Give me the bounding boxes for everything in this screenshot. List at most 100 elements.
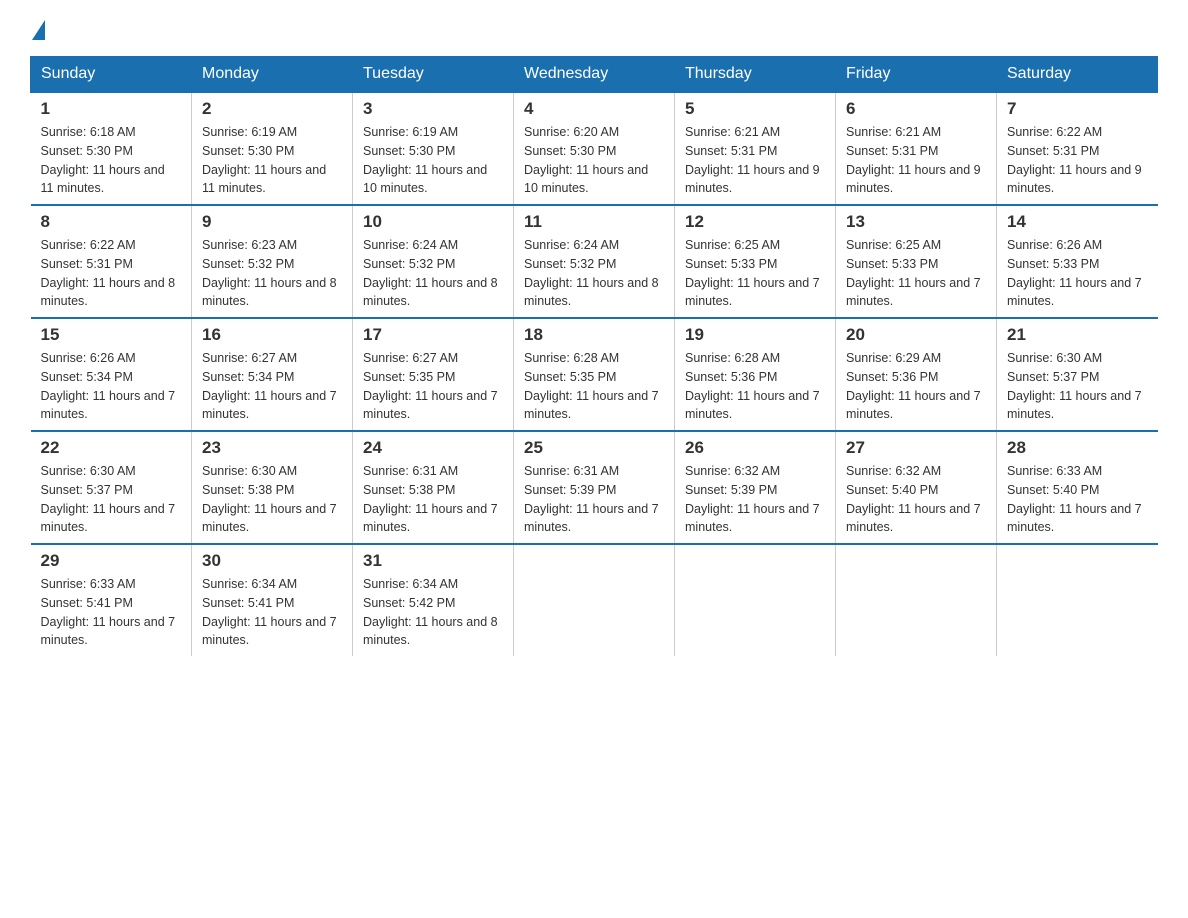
daylight-label: Daylight: 11 hours and 7 minutes. xyxy=(1007,502,1142,535)
day-number: 14 xyxy=(1007,212,1148,232)
daylight-label: Daylight: 11 hours and 10 minutes. xyxy=(363,163,487,196)
sunrise-label: Sunrise: 6:20 AM xyxy=(524,125,619,139)
day-info: Sunrise: 6:29 AM Sunset: 5:36 PM Dayligh… xyxy=(846,349,986,424)
daylight-label: Daylight: 11 hours and 9 minutes. xyxy=(846,163,981,196)
sunrise-label: Sunrise: 6:24 AM xyxy=(524,238,619,252)
sunset-label: Sunset: 5:31 PM xyxy=(685,144,777,158)
calendar-cell: 25 Sunrise: 6:31 AM Sunset: 5:39 PM Dayl… xyxy=(514,431,675,544)
calendar-cell: 19 Sunrise: 6:28 AM Sunset: 5:36 PM Dayl… xyxy=(675,318,836,431)
sunrise-label: Sunrise: 6:21 AM xyxy=(685,125,780,139)
sunset-label: Sunset: 5:35 PM xyxy=(524,370,616,384)
sunset-label: Sunset: 5:37 PM xyxy=(41,483,133,497)
day-info: Sunrise: 6:26 AM Sunset: 5:34 PM Dayligh… xyxy=(41,349,182,424)
sunrise-label: Sunrise: 6:28 AM xyxy=(524,351,619,365)
calendar-cell: 31 Sunrise: 6:34 AM Sunset: 5:42 PM Dayl… xyxy=(353,544,514,656)
sunrise-label: Sunrise: 6:29 AM xyxy=(846,351,941,365)
calendar-cell: 8 Sunrise: 6:22 AM Sunset: 5:31 PM Dayli… xyxy=(31,205,192,318)
sunset-label: Sunset: 5:39 PM xyxy=(685,483,777,497)
weekday-header-wednesday: Wednesday xyxy=(514,57,675,93)
day-number: 24 xyxy=(363,438,503,458)
daylight-label: Daylight: 11 hours and 7 minutes. xyxy=(846,502,981,535)
daylight-label: Daylight: 11 hours and 7 minutes. xyxy=(41,615,176,648)
calendar-cell: 26 Sunrise: 6:32 AM Sunset: 5:39 PM Dayl… xyxy=(675,431,836,544)
calendar-cell: 27 Sunrise: 6:32 AM Sunset: 5:40 PM Dayl… xyxy=(836,431,997,544)
sunset-label: Sunset: 5:41 PM xyxy=(41,596,133,610)
day-number: 6 xyxy=(846,99,986,119)
day-number: 12 xyxy=(685,212,825,232)
day-number: 9 xyxy=(202,212,342,232)
sunrise-label: Sunrise: 6:32 AM xyxy=(685,464,780,478)
calendar-cell: 11 Sunrise: 6:24 AM Sunset: 5:32 PM Dayl… xyxy=(514,205,675,318)
day-info: Sunrise: 6:30 AM Sunset: 5:37 PM Dayligh… xyxy=(1007,349,1148,424)
sunrise-label: Sunrise: 6:21 AM xyxy=(846,125,941,139)
day-number: 8 xyxy=(41,212,182,232)
logo xyxy=(30,20,45,36)
day-number: 23 xyxy=(202,438,342,458)
day-number: 16 xyxy=(202,325,342,345)
day-info: Sunrise: 6:27 AM Sunset: 5:34 PM Dayligh… xyxy=(202,349,342,424)
day-info: Sunrise: 6:31 AM Sunset: 5:38 PM Dayligh… xyxy=(363,462,503,537)
calendar-week-5: 29 Sunrise: 6:33 AM Sunset: 5:41 PM Dayl… xyxy=(31,544,1158,656)
day-info: Sunrise: 6:22 AM Sunset: 5:31 PM Dayligh… xyxy=(41,236,182,311)
calendar-cell: 16 Sunrise: 6:27 AM Sunset: 5:34 PM Dayl… xyxy=(192,318,353,431)
daylight-label: Daylight: 11 hours and 7 minutes. xyxy=(202,502,337,535)
calendar-cell: 18 Sunrise: 6:28 AM Sunset: 5:35 PM Dayl… xyxy=(514,318,675,431)
calendar-cell: 23 Sunrise: 6:30 AM Sunset: 5:38 PM Dayl… xyxy=(192,431,353,544)
calendar-cell: 28 Sunrise: 6:33 AM Sunset: 5:40 PM Dayl… xyxy=(997,431,1158,544)
weekday-header-thursday: Thursday xyxy=(675,57,836,93)
sunset-label: Sunset: 5:30 PM xyxy=(524,144,616,158)
sunrise-label: Sunrise: 6:25 AM xyxy=(685,238,780,252)
daylight-label: Daylight: 11 hours and 10 minutes. xyxy=(524,163,648,196)
calendar-cell: 5 Sunrise: 6:21 AM Sunset: 5:31 PM Dayli… xyxy=(675,92,836,205)
sunset-label: Sunset: 5:39 PM xyxy=(524,483,616,497)
sunrise-label: Sunrise: 6:22 AM xyxy=(1007,125,1102,139)
sunset-label: Sunset: 5:37 PM xyxy=(1007,370,1099,384)
daylight-label: Daylight: 11 hours and 7 minutes. xyxy=(685,276,820,309)
day-number: 19 xyxy=(685,325,825,345)
day-info: Sunrise: 6:28 AM Sunset: 5:36 PM Dayligh… xyxy=(685,349,825,424)
daylight-label: Daylight: 11 hours and 7 minutes. xyxy=(524,389,659,422)
calendar-cell: 4 Sunrise: 6:20 AM Sunset: 5:30 PM Dayli… xyxy=(514,92,675,205)
sunrise-label: Sunrise: 6:30 AM xyxy=(1007,351,1102,365)
day-info: Sunrise: 6:18 AM Sunset: 5:30 PM Dayligh… xyxy=(41,123,182,198)
day-number: 7 xyxy=(1007,99,1148,119)
day-info: Sunrise: 6:21 AM Sunset: 5:31 PM Dayligh… xyxy=(846,123,986,198)
sunset-label: Sunset: 5:38 PM xyxy=(202,483,294,497)
calendar-cell xyxy=(836,544,997,656)
calendar-cell: 29 Sunrise: 6:33 AM Sunset: 5:41 PM Dayl… xyxy=(31,544,192,656)
day-number: 25 xyxy=(524,438,664,458)
calendar-cell xyxy=(675,544,836,656)
calendar-cell: 12 Sunrise: 6:25 AM Sunset: 5:33 PM Dayl… xyxy=(675,205,836,318)
daylight-label: Daylight: 11 hours and 7 minutes. xyxy=(363,389,498,422)
day-number: 27 xyxy=(846,438,986,458)
day-info: Sunrise: 6:24 AM Sunset: 5:32 PM Dayligh… xyxy=(363,236,503,311)
weekday-header-saturday: Saturday xyxy=(997,57,1158,93)
sunrise-label: Sunrise: 6:30 AM xyxy=(41,464,136,478)
daylight-label: Daylight: 11 hours and 8 minutes. xyxy=(363,615,498,648)
sunset-label: Sunset: 5:35 PM xyxy=(363,370,455,384)
calendar-cell: 21 Sunrise: 6:30 AM Sunset: 5:37 PM Dayl… xyxy=(997,318,1158,431)
sunrise-label: Sunrise: 6:19 AM xyxy=(363,125,458,139)
calendar-cell: 6 Sunrise: 6:21 AM Sunset: 5:31 PM Dayli… xyxy=(836,92,997,205)
calendar-cell: 24 Sunrise: 6:31 AM Sunset: 5:38 PM Dayl… xyxy=(353,431,514,544)
daylight-label: Daylight: 11 hours and 11 minutes. xyxy=(41,163,165,196)
day-info: Sunrise: 6:34 AM Sunset: 5:41 PM Dayligh… xyxy=(202,575,342,650)
day-info: Sunrise: 6:24 AM Sunset: 5:32 PM Dayligh… xyxy=(524,236,664,311)
sunrise-label: Sunrise: 6:33 AM xyxy=(1007,464,1102,478)
calendar-cell: 10 Sunrise: 6:24 AM Sunset: 5:32 PM Dayl… xyxy=(353,205,514,318)
day-info: Sunrise: 6:25 AM Sunset: 5:33 PM Dayligh… xyxy=(846,236,986,311)
calendar-week-4: 22 Sunrise: 6:30 AM Sunset: 5:37 PM Dayl… xyxy=(31,431,1158,544)
daylight-label: Daylight: 11 hours and 8 minutes. xyxy=(41,276,176,309)
day-number: 21 xyxy=(1007,325,1148,345)
day-number: 2 xyxy=(202,99,342,119)
sunset-label: Sunset: 5:40 PM xyxy=(846,483,938,497)
calendar-cell: 14 Sunrise: 6:26 AM Sunset: 5:33 PM Dayl… xyxy=(997,205,1158,318)
daylight-label: Daylight: 11 hours and 7 minutes. xyxy=(363,502,498,535)
calendar-cell: 15 Sunrise: 6:26 AM Sunset: 5:34 PM Dayl… xyxy=(31,318,192,431)
sunrise-label: Sunrise: 6:28 AM xyxy=(685,351,780,365)
sunset-label: Sunset: 5:33 PM xyxy=(846,257,938,271)
sunrise-label: Sunrise: 6:27 AM xyxy=(363,351,458,365)
calendar-cell: 22 Sunrise: 6:30 AM Sunset: 5:37 PM Dayl… xyxy=(31,431,192,544)
sunset-label: Sunset: 5:30 PM xyxy=(41,144,133,158)
sunset-label: Sunset: 5:31 PM xyxy=(846,144,938,158)
